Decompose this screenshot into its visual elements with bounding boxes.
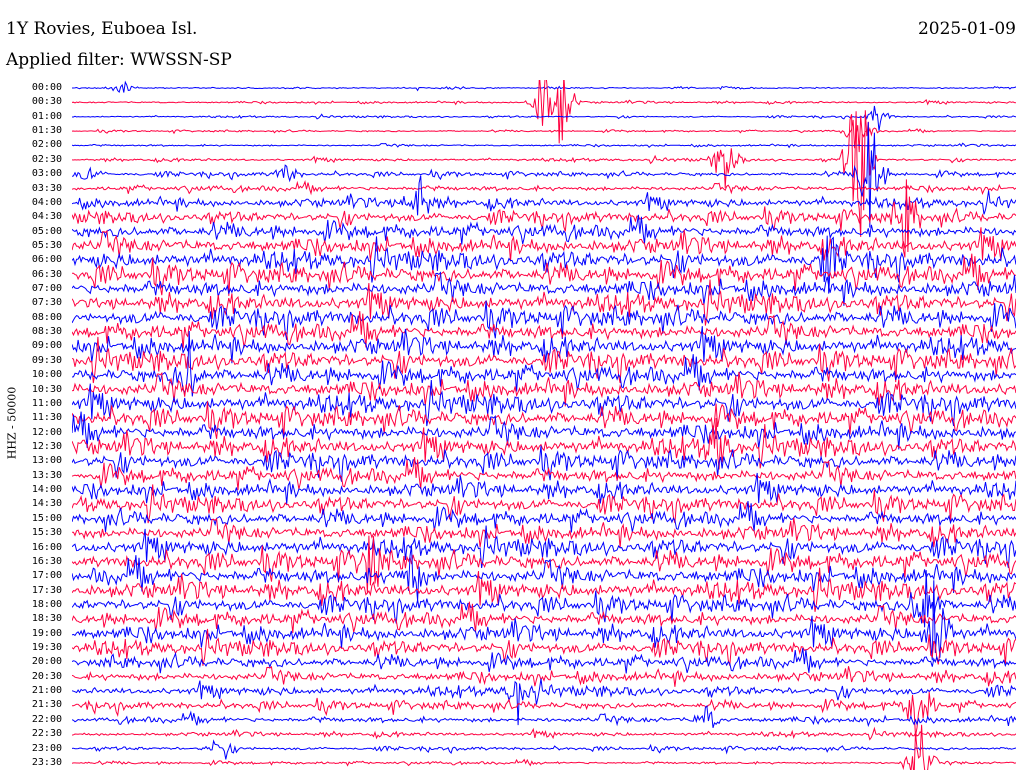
trace-row-0400 [72, 175, 1016, 216]
row-time-label: 04:00 [31, 196, 62, 208]
row-time-label: 12:00 [31, 426, 62, 438]
row-time-label: 03:30 [31, 182, 62, 194]
row-time-label: 01:30 [31, 125, 62, 137]
row-time-label: 14:00 [31, 484, 62, 496]
row-time-labels: 00:00 00:30 01:00 01:30 02:00 02:30 03:00 03:30… [0, 0, 68, 780]
row-time-label: 21:30 [31, 699, 62, 711]
trace-row-0300 [72, 122, 1016, 228]
row-time-label: 08:30 [31, 326, 62, 338]
row-time-label: 13:00 [31, 455, 62, 467]
trace-row-2030 [72, 666, 1016, 687]
row-time-label: 00:30 [31, 96, 62, 108]
row-time-label: 18:30 [31, 613, 62, 625]
row-time-label: 20:00 [31, 656, 62, 668]
row-time-label: 12:30 [31, 441, 62, 452]
row-time-label: 17:00 [31, 570, 62, 582]
trace-row-1300 [72, 445, 1016, 482]
helicorder-plot: 1Y Rovies, Euboea Isl. 2025-01-09 Applie… [0, 0, 1024, 780]
trace-row-2000 [72, 648, 1016, 674]
row-time-label: 19:00 [31, 627, 62, 639]
row-time-label: 09:30 [31, 354, 62, 366]
row-time-label: 05:00 [31, 225, 62, 237]
trace-row-1230 [72, 417, 1016, 470]
row-time-label: 11:00 [31, 397, 62, 409]
trace-row-2230 [72, 726, 1016, 741]
row-time-label: 23:30 [31, 756, 62, 768]
row-time-label: 23:00 [31, 742, 62, 754]
row-time-label: 16:30 [31, 555, 62, 567]
row-time-label: 19:30 [31, 642, 62, 654]
row-time-label: 08:00 [31, 311, 62, 323]
row-time-label: 13:30 [31, 469, 62, 481]
row-time-label: 15:00 [31, 512, 62, 524]
trace-row-2100 [72, 678, 1016, 726]
row-time-label: 00:00 [31, 82, 62, 93]
row-time-label: 05:30 [31, 239, 62, 251]
row-time-label: 10:00 [31, 369, 62, 381]
row-time-label: 06:00 [31, 254, 62, 266]
row-time-label: 22:30 [31, 728, 62, 740]
row-time-label: 07:00 [31, 283, 62, 295]
row-time-label: 17:30 [31, 584, 62, 596]
row-time-label: 15:30 [31, 527, 62, 539]
row-time-label: 02:00 [31, 139, 62, 151]
row-time-label: 02:30 [31, 153, 62, 165]
trace-row-2300 [72, 739, 1016, 760]
row-time-label: 18:00 [31, 598, 62, 610]
row-time-label: 09:00 [31, 340, 62, 352]
row-time-label: 10:30 [31, 383, 62, 395]
row-time-label: 21:00 [31, 685, 62, 697]
row-time-label: 16:00 [31, 541, 62, 553]
row-time-label: 07:30 [31, 297, 62, 309]
date-label: 2025-01-09 [917, 19, 1016, 39]
row-time-label: 11:30 [31, 412, 62, 424]
row-time-label: 20:30 [31, 670, 62, 682]
row-time-label: 03:00 [31, 168, 62, 180]
trace-row-0100 [72, 105, 1016, 131]
row-time-label: 06:30 [31, 268, 62, 280]
row-time-label: 14:30 [31, 498, 62, 510]
row-time-label: 01:00 [31, 110, 62, 122]
seismogram-traces [72, 80, 1016, 770]
trace-row-2200 [72, 705, 1016, 728]
row-time-label: 04:30 [31, 211, 62, 223]
trace-row-0430 [72, 179, 1016, 258]
trace-row-2330 [72, 724, 1016, 770]
row-time-label: 22:00 [31, 713, 62, 725]
trace-row-1500 [72, 501, 1016, 533]
trace-row-0330 [72, 180, 1016, 196]
